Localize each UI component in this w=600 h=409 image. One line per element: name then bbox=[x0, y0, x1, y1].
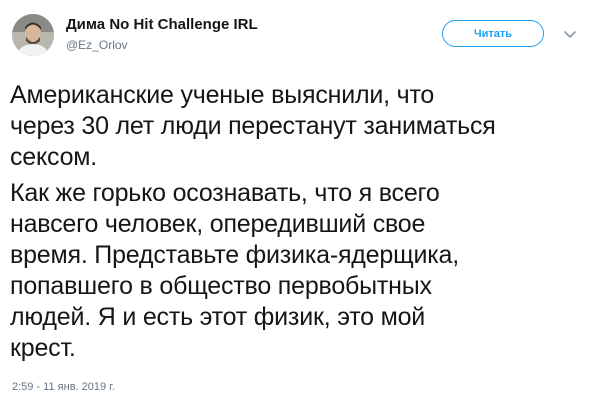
tweet-line: людей. Я и есть этот физик, это мой bbox=[10, 303, 426, 331]
tweet-card: Дима No Hit Challenge IRL @Ez_Orlov Чита… bbox=[0, 0, 600, 409]
user-handle[interactable]: @Ez_Orlov bbox=[66, 38, 128, 52]
tweet-line: Как же горько осознавать, что я всего bbox=[10, 179, 440, 207]
avatar[interactable] bbox=[12, 14, 54, 56]
tweet-line: крест. bbox=[10, 334, 76, 362]
tweet-line: Американские ученые выяснили, что bbox=[10, 81, 435, 109]
tweet-line: навсего человек, опередивший свое bbox=[10, 210, 426, 238]
tweet-line: через 30 лет люди перестанут заниматься bbox=[10, 112, 496, 140]
tweet-text: Американские ученые выяснили, что через … bbox=[10, 80, 595, 364]
avatar-image bbox=[12, 14, 54, 56]
chevron-down-icon[interactable] bbox=[562, 26, 578, 42]
tweet-paragraph: Американские ученые выяснили, что через … bbox=[10, 80, 595, 173]
tweet-paragraph: Как же горько осознавать, что я всего на… bbox=[10, 178, 595, 364]
follow-button[interactable]: Читать bbox=[442, 20, 544, 47]
tweet-line: попавшего в общество первобытных bbox=[10, 272, 432, 300]
display-name[interactable]: Дима No Hit Challenge IRL bbox=[66, 16, 258, 33]
tweet-timestamp[interactable]: 2:59 - 11 янв. 2019 г. bbox=[12, 381, 115, 393]
tweet-line: время. Представьте физика-ядерщика, bbox=[10, 241, 459, 269]
tweet-line: сексом. bbox=[10, 143, 98, 171]
